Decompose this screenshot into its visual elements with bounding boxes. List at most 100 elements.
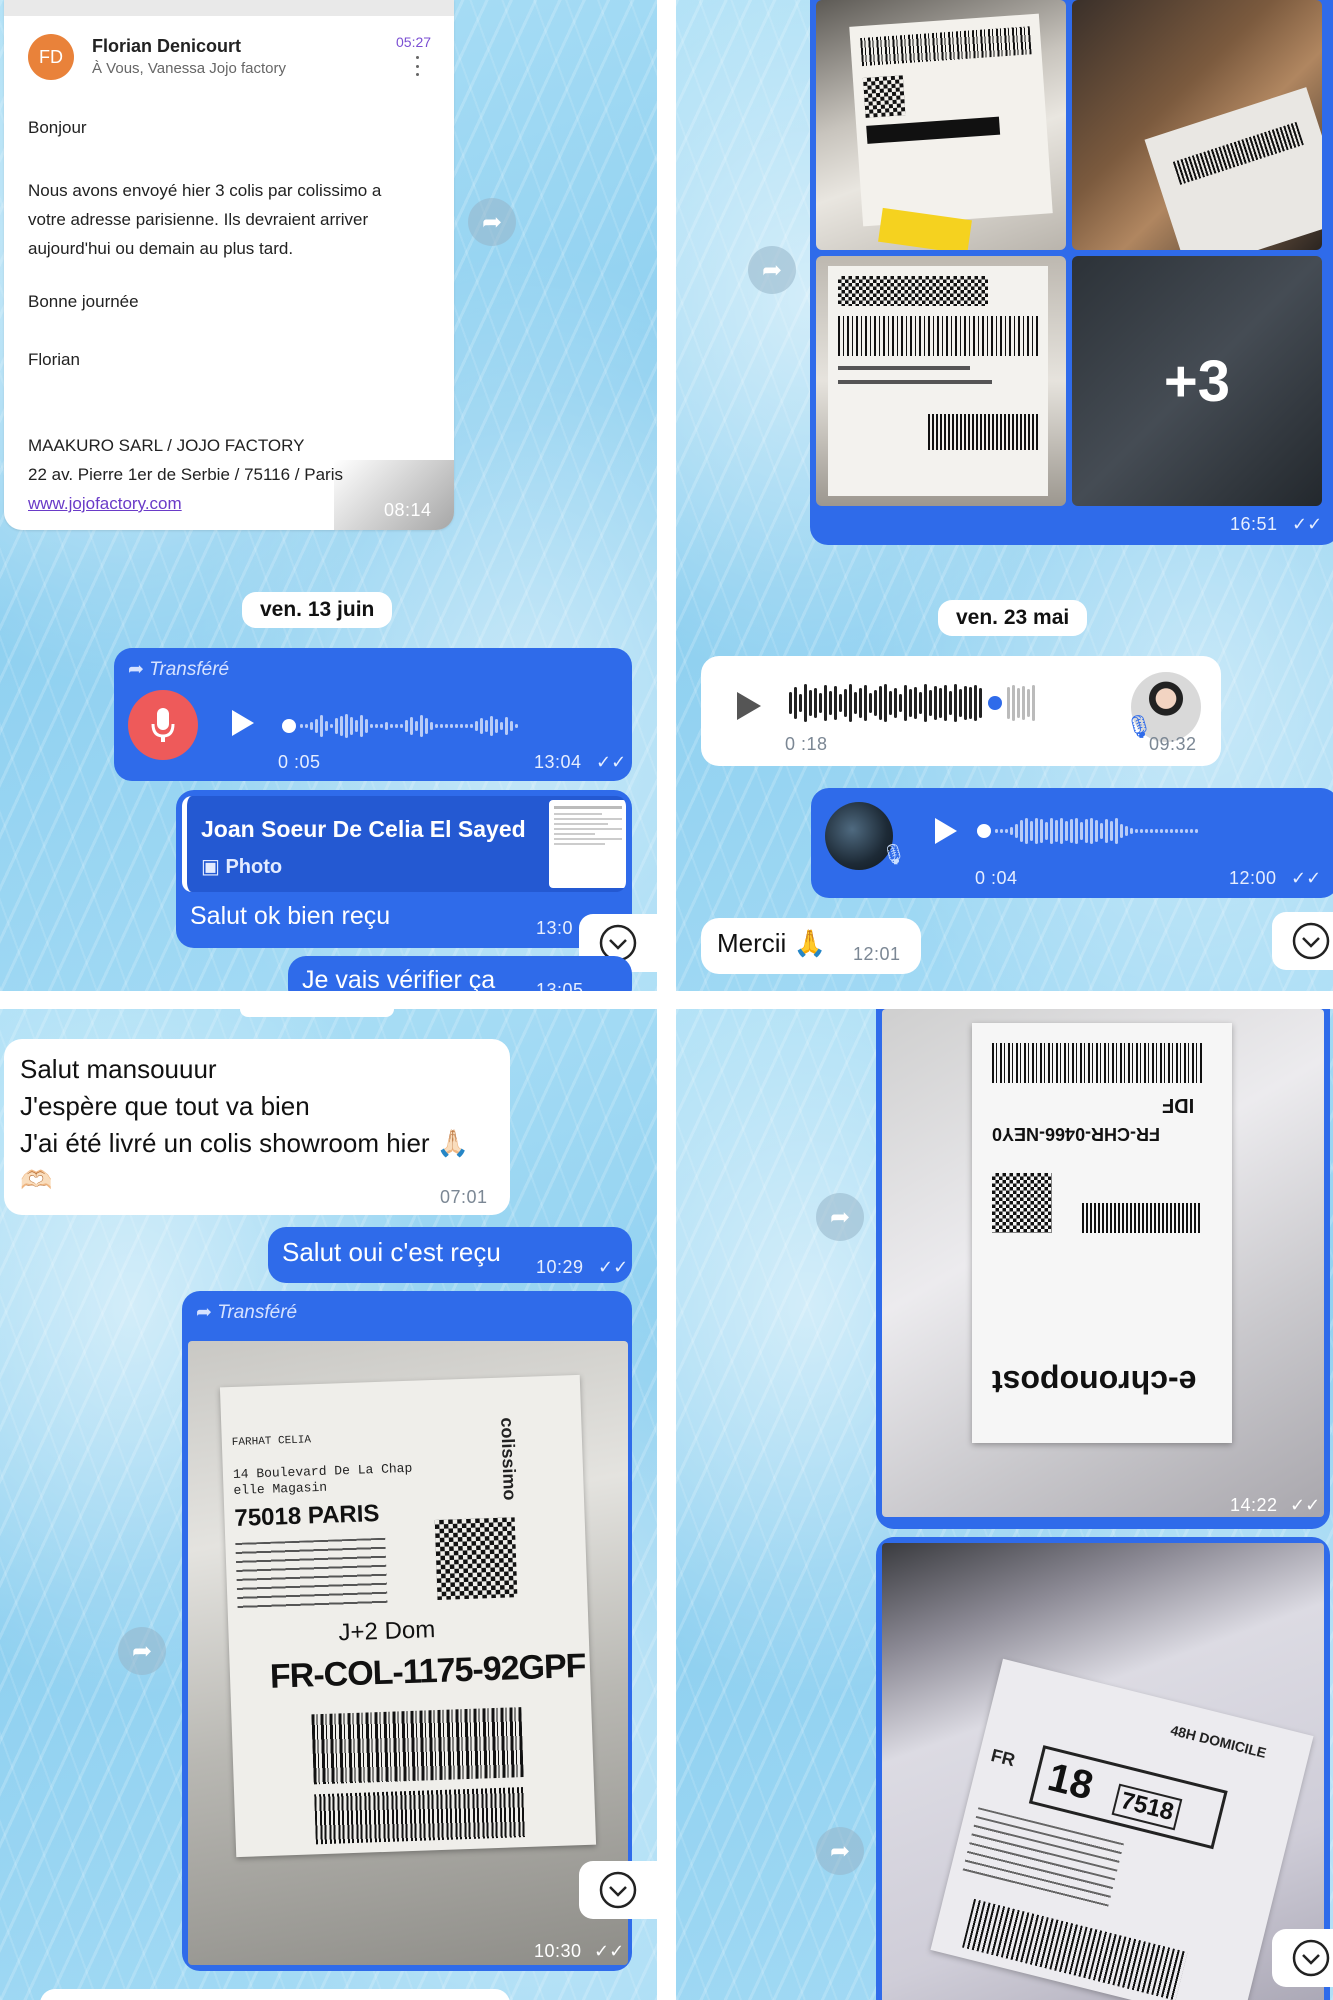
- voice-timestamp: 09:32: [1149, 734, 1197, 754]
- voice-message-outgoing[interactable]: 🎙 0 :04 12:00 ✓✓: [811, 788, 1333, 898]
- scroll-down-button[interactable]: [1272, 912, 1333, 970]
- email-address: 22 av. Pierre 1er de Serbie / 75116 / Pa…: [28, 465, 343, 484]
- album-photo-2[interactable]: [1072, 0, 1322, 250]
- photo-album[interactable]: +3 16:51 ✓✓: [810, 0, 1333, 545]
- forward-arrow-icon: ➦: [196, 1302, 212, 1323]
- voice-timestamp: 13:04: [534, 752, 582, 772]
- scroll-down-button[interactable]: [1272, 1929, 1333, 1987]
- voice-message-incoming[interactable]: 0 :18 🎙 09:32: [701, 656, 1221, 766]
- recipients: À Vous, Vanessa Jojo factory: [92, 60, 286, 77]
- sender-name: Florian Denicourt: [92, 36, 242, 56]
- voice-duration: 0 :04: [975, 868, 1018, 888]
- email-closing: Bonne journée: [28, 292, 139, 311]
- chronopost-photo[interactable]: IDF FR-CHR-0466-NEY0 e-chronopost: [882, 1009, 1324, 1517]
- chevron-down-icon: [1292, 1939, 1330, 1977]
- camera-icon: ▣: [201, 856, 220, 878]
- parcel-photo[interactable]: FARHAT CELIA 14 Boulevard De La Chap ell…: [188, 1341, 628, 1965]
- voice-duration: 0 :05: [278, 752, 321, 772]
- chat-panel-bottom-right: IDF FR-CHR-0466-NEY0 e-chronopost 14:22 …: [676, 1009, 1333, 2000]
- photo-message[interactable]: 48H DOMICILE FR 18 7518: [876, 1537, 1330, 2000]
- colissimo-photo[interactable]: 48H DOMICILE FR 18 7518: [882, 1543, 1324, 2000]
- quoted-author: Joan Soeur De Celia El Sayed: [201, 816, 526, 842]
- voice-duration: 0 :18: [785, 734, 828, 754]
- waveform[interactable]: [789, 684, 1109, 728]
- incoming-message[interactable]: Mercii 🙏 12:01: [701, 918, 921, 974]
- read-check-icon: ✓✓: [596, 752, 627, 772]
- quoted-thumbnail: [549, 800, 626, 888]
- album-photo-3[interactable]: [816, 256, 1066, 506]
- forwarded-photo-message[interactable]: ➦ Transféré FARHAT CELIA 14 Boulevard De…: [182, 1291, 632, 1971]
- message-input[interactable]: [40, 1989, 510, 2000]
- microphone-icon: 🎙: [881, 844, 907, 866]
- message-timestamp: 13:05: [536, 980, 584, 991]
- forward-arrow-icon: ➦: [128, 659, 144, 680]
- scroll-down-button[interactable]: [579, 1861, 657, 1919]
- voice-message-forwarded[interactable]: ➦ Transféré 0 :05 13:04 ✓✓: [114, 648, 632, 781]
- email-time: 05:27: [396, 34, 432, 50]
- forward-icon: ➦: [481, 208, 503, 236]
- shipping-label: FARHAT CELIA 14 Boulevard De La Chap ell…: [219, 1374, 597, 1858]
- play-icon[interactable]: [935, 818, 957, 844]
- chat-panel-bottom-left: Salut mansouuur J'espère que tout va bie…: [0, 1009, 657, 2000]
- read-check-icon: ✓✓: [594, 1941, 625, 1961]
- voice-timestamp: 12:00: [1229, 868, 1277, 888]
- quoted-kind: ▣ Photo: [201, 856, 283, 878]
- photo-message[interactable]: IDF FR-CHR-0466-NEY0 e-chronopost 14:22 …: [876, 1009, 1330, 1529]
- reply-message[interactable]: Joan Soeur De Celia El Sayed ▣ Photo Sal…: [176, 790, 632, 948]
- read-check-icon: ✓✓: [1292, 514, 1323, 534]
- chat-panel-top-right: +3 16:51 ✓✓ ➦ ven. 23 mai 0 :18 🎙 09:32 …: [676, 0, 1333, 991]
- waveform[interactable]: [977, 818, 1317, 846]
- chevron-down-icon: [599, 1871, 637, 1909]
- forward-icon: ➦: [131, 1637, 153, 1665]
- read-check-icon: ✓✓: [1291, 868, 1322, 888]
- email-link[interactable]: www.jojofactory.com: [28, 494, 182, 514]
- shipping-label: 48H DOMICILE FR 18 7518: [930, 1658, 1314, 2000]
- sender-avatar: FD: [28, 34, 74, 80]
- more-icon[interactable]: [414, 56, 420, 76]
- incoming-message[interactable]: Salut mansouuur J'espère que tout va bie…: [4, 1039, 510, 1215]
- date-separator: ven. 23 mai: [938, 600, 1088, 636]
- album-timestamp: 16:51: [1230, 514, 1278, 534]
- email-greeting: Bonjour: [28, 118, 87, 137]
- forward-button[interactable]: ➦: [118, 1627, 166, 1675]
- forward-button[interactable]: ➦: [748, 246, 796, 294]
- forwarded-header: ➦ Transféré: [196, 1302, 298, 1323]
- photo-timestamp: 14:22: [1230, 1495, 1278, 1515]
- forward-icon: ➦: [829, 1837, 851, 1865]
- play-icon[interactable]: [232, 710, 254, 736]
- chevron-down-icon: [1292, 922, 1330, 960]
- forward-button[interactable]: ➦: [816, 1827, 864, 1875]
- waveform[interactable]: [282, 714, 612, 740]
- message-timestamp: 12:01: [853, 944, 901, 964]
- outgoing-message[interactable]: Je vais vérifier ça 13:05: [288, 956, 632, 991]
- chat-panel-top-left: FD Florian Denicourt À Vous, Vanessa Joj…: [0, 0, 657, 991]
- more-photos-count: +3: [1163, 348, 1231, 414]
- play-icon[interactable]: [737, 692, 761, 720]
- message-timestamp: 07:01: [440, 1187, 488, 1207]
- read-check-icon: ✓✓: [1290, 1495, 1321, 1515]
- email-card[interactable]: FD Florian Denicourt À Vous, Vanessa Joj…: [4, 0, 454, 530]
- outgoing-message[interactable]: Salut oui c'est reçu 10:29 ✓✓: [268, 1227, 632, 1283]
- album-photo-4[interactable]: +3: [1072, 256, 1322, 506]
- email-timestamp: 08:14: [384, 500, 432, 520]
- message-text: Je vais vérifier ça: [302, 966, 496, 991]
- forward-button[interactable]: ➦: [468, 198, 516, 246]
- read-check-icon: ✓✓: [598, 1257, 629, 1277]
- reply-text: Salut ok bien reçu: [190, 902, 391, 930]
- email-signature: Florian: [28, 350, 80, 369]
- quoted-message[interactable]: Joan Soeur De Celia El Sayed ▣ Photo: [182, 796, 626, 892]
- mic-avatar: [128, 690, 198, 760]
- message-text: Salut oui c'est reçu: [282, 1237, 501, 1267]
- date-separator: ven. 13 juin: [242, 592, 393, 628]
- forwarded-header: ➦ Transféré: [128, 659, 230, 680]
- album-photo-1[interactable]: [816, 0, 1066, 250]
- microphone-icon: [151, 708, 175, 742]
- forward-icon: ➦: [829, 1203, 851, 1231]
- message-timestamp: 10:29: [536, 1257, 584, 1277]
- forward-button[interactable]: ➦: [816, 1193, 864, 1241]
- message-text: Salut mansouuur J'espère que tout va bie…: [20, 1054, 470, 1195]
- photo-timestamp: 10:30: [534, 1941, 582, 1961]
- email-body: Nous avons envoyé hier 3 colis par colis…: [28, 181, 382, 258]
- message-text: Mercii 🙏: [717, 928, 826, 958]
- forward-icon: ➦: [761, 256, 783, 284]
